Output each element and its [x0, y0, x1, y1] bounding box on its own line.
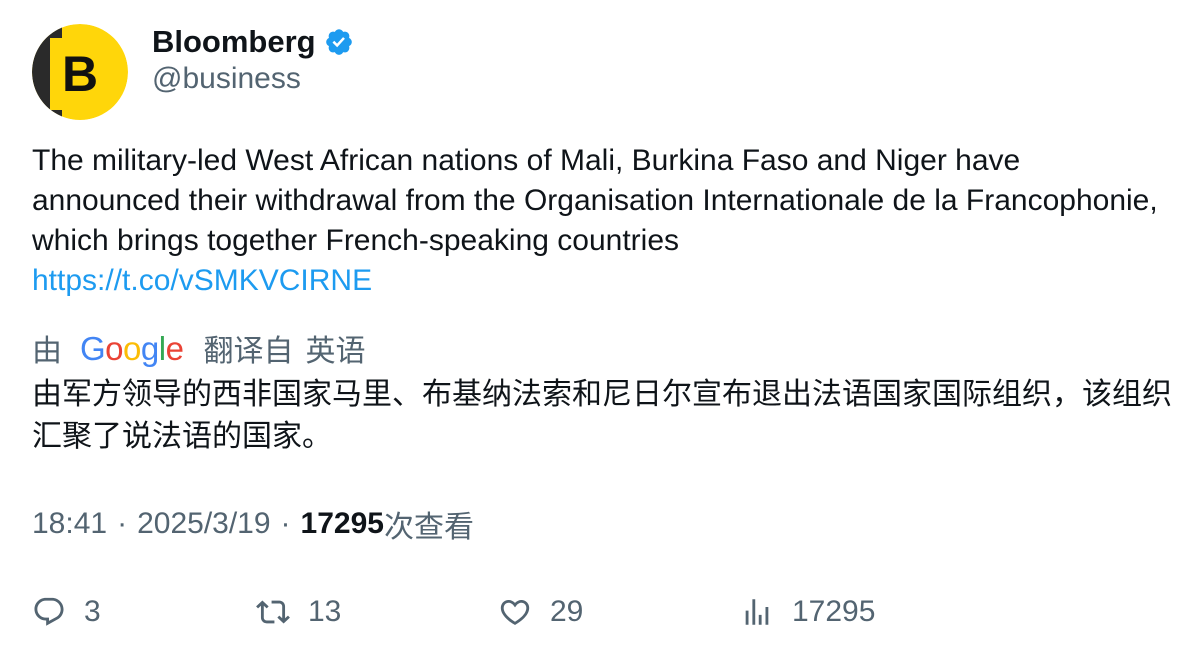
tweet-date[interactable]: 2025/3/19	[137, 507, 270, 541]
translated-text: 由军方领导的西非国家马里、布基纳法索和尼日尔宣布退出法语国家国际组织，该组织汇聚…	[32, 377, 1172, 454]
translated-from-label: 翻译自	[203, 334, 294, 369]
avatar[interactable]: B	[32, 24, 128, 120]
views-label: 次查看	[383, 510, 474, 545]
tweet-time[interactable]: 18:41	[32, 507, 107, 541]
like-count: 29	[550, 595, 584, 628]
reply-icon	[34, 597, 64, 626]
verified-badge-icon[interactable]	[324, 27, 354, 57]
reply-count: 3	[84, 595, 101, 628]
author-handle[interactable]: @business	[152, 62, 301, 96]
like-icon	[500, 599, 530, 625]
views-icon	[745, 599, 769, 625]
author-display-name[interactable]: Bloomberg	[152, 24, 316, 60]
google-logo: Google	[80, 330, 184, 367]
author-name-row: Bloomberg	[152, 22, 354, 62]
retweet-count: 13	[308, 595, 342, 628]
translation-attribution: 由 Google 翻译自 英语	[32, 326, 377, 370]
views-count: 17295	[300, 507, 384, 540]
tweet-meta: 18:41 · 2025/3/19 · 17295 次查看	[32, 504, 474, 545]
meta-separator: ·	[117, 507, 128, 540]
bloomberg-logo: B	[32, 24, 128, 120]
tweet-actions: 3 13 29 17295	[32, 590, 1162, 634]
retweet-button[interactable]: 13	[256, 590, 341, 634]
views-button[interactable]: 17295	[740, 590, 875, 634]
tweet-link[interactable]: https://t.co/vSMKVCIRNE	[32, 261, 372, 301]
translated-by-label: 由	[32, 334, 62, 369]
source-language[interactable]: 英语	[305, 326, 365, 370]
tweet-text: The military-led West African nations of…	[32, 144, 1167, 257]
views-action-count: 17295	[792, 595, 876, 628]
avatar-letter: B	[62, 46, 98, 102]
retweet-icon	[256, 600, 290, 624]
reply-button[interactable]: 3	[32, 590, 101, 634]
like-button[interactable]: 29	[498, 590, 583, 634]
meta-separator: ·	[280, 507, 291, 540]
